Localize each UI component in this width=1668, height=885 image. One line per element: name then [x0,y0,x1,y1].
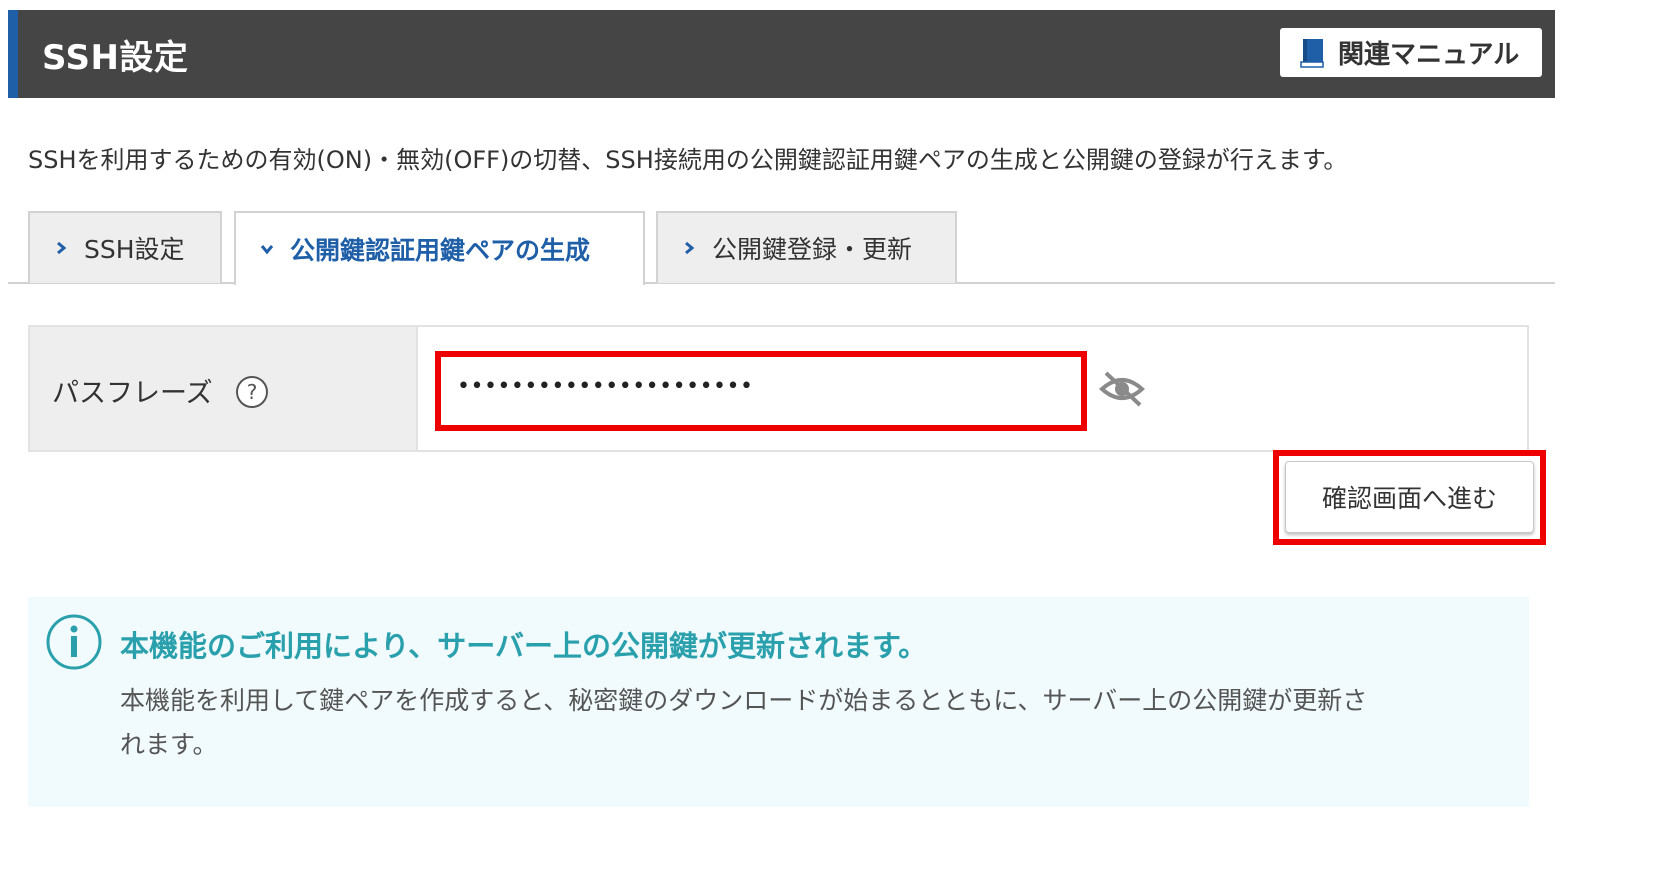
passphrase-value: •••••••••••••••••••••• [457,374,754,399]
tab-keypair-generation[interactable]: 公開鍵認証用鍵ペアの生成 [234,211,645,285]
passphrase-label-cell: パスフレーズ ? [30,327,418,450]
question-circle-icon[interactable]: ? [235,375,269,409]
notice-title: 本機能のご利用により、サーバー上の公開鍵が更新されます。 [120,629,928,663]
chevron-right-icon [685,241,695,255]
tab-public-key-registration[interactable]: 公開鍵登録・更新 [656,211,957,283]
confirm-button[interactable]: 確認画面へ進む [1285,461,1534,533]
info-icon [46,614,102,670]
chevron-down-icon [260,245,274,255]
passphrase-input[interactable]: •••••••••••••••••••••• [435,351,1087,431]
passphrase-form: パスフレーズ ? •••••••••••••••••••••• [28,325,1529,452]
tab-ssh-settings[interactable]: SSH設定 [28,211,222,283]
chevron-right-icon [57,241,67,255]
page-description: SSHを利用するための有効(ON)・無効(OFF)の切替、SSH接続用の公開鍵認… [28,146,1348,174]
tab-label: 公開鍵認証用鍵ペアの生成 [290,236,591,265]
svg-text:?: ? [247,380,258,404]
notice-body-line: れます。 [120,730,218,759]
info-notice: 本機能のご利用により、サーバー上の公開鍵が更新されます。 本機能を利用して鍵ペア… [28,597,1529,807]
tab-label: SSH設定 [84,235,185,264]
eye-slash-icon[interactable] [1098,369,1146,409]
tab-label: 公開鍵登録・更新 [712,235,913,264]
passphrase-label: パスフレーズ [52,378,213,409]
book-icon [1300,38,1324,68]
notice-body-line: 本機能を利用して鍵ペアを作成すると、秘密鍵のダウンロードが始まるとともに、サーバ… [120,686,1368,715]
page-header: SSH設定 関連マニュアル [8,10,1555,98]
related-manual-button[interactable]: 関連マニュアル [1280,28,1542,77]
related-manual-label: 関連マニュアル [1338,40,1520,70]
page-title: SSH設定 [42,38,189,78]
notice-body: 本機能を利用して鍵ペアを作成すると、秘密鍵のダウンロードが始まるとともに、サーバ… [120,679,1500,767]
